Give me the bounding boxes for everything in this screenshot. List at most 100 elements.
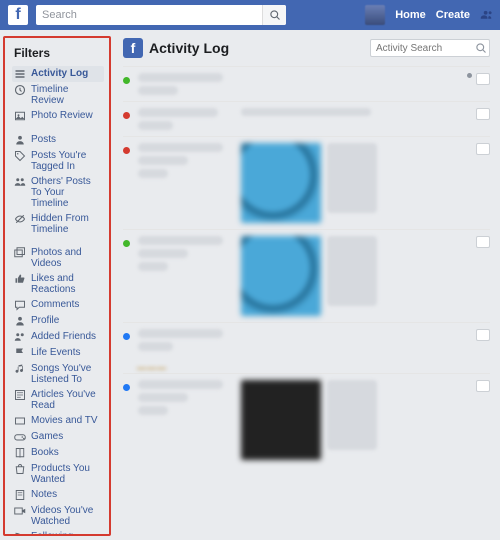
filter-label: Activity Log	[31, 68, 88, 79]
filter-item[interactable]: Likes and Reactions	[12, 271, 104, 297]
activity-text	[138, 380, 233, 415]
nav-create[interactable]: Create	[436, 9, 470, 21]
status-dot-icon	[123, 333, 130, 340]
facebook-logo[interactable]: f	[8, 5, 28, 25]
comment-icon	[14, 299, 26, 311]
edit-button[interactable]	[476, 73, 490, 85]
filter-item[interactable]: Posts You're Tagged In	[12, 148, 104, 174]
filter-item[interactable]: Hidden From Timeline	[12, 211, 104, 237]
filter-item[interactable]: Others' Posts To Your Timeline	[12, 174, 104, 211]
filter-item[interactable]: Comments	[12, 297, 104, 313]
search-icon	[269, 9, 281, 21]
global-search-wrap	[36, 5, 286, 25]
activity-text	[138, 143, 233, 178]
rss-icon	[14, 531, 26, 536]
filter-item[interactable]: Songs You've Listened To	[12, 361, 104, 387]
month-separator: ———	[123, 357, 490, 373]
edit-button[interactable]	[476, 143, 490, 155]
main-header: f Activity Log	[123, 38, 490, 58]
filter-item[interactable]: Articles You've Read	[12, 387, 104, 413]
people-icon	[14, 176, 26, 188]
activity-text	[138, 329, 233, 351]
filter-item[interactable]: Movies and TV	[12, 413, 104, 429]
edit-button[interactable]	[476, 380, 490, 392]
filter-item[interactable]: Profile	[12, 313, 104, 329]
activity-text	[138, 73, 233, 95]
status-dot-icon	[123, 147, 130, 154]
tag-icon	[14, 150, 26, 162]
nav-home[interactable]: Home	[395, 9, 426, 21]
filter-label: Photos and Videos	[31, 247, 102, 269]
filter-item[interactable]: Added Friends	[12, 329, 104, 345]
filter-item[interactable]: Activity Log	[12, 66, 104, 82]
filters-sidebar: Filters Activity Log Timeline Review Photo…	[3, 36, 111, 536]
filter-item[interactable]: Photos and Videos	[12, 245, 104, 271]
flag-icon	[14, 347, 26, 359]
filter-item[interactable]: Timeline Review	[12, 82, 104, 108]
filter-item[interactable]: Books	[12, 445, 104, 461]
article-icon	[14, 389, 26, 401]
media-thumbnail[interactable]	[241, 236, 321, 316]
photo-icon	[14, 110, 26, 122]
status-dot-icon	[123, 384, 130, 391]
activity-row	[123, 101, 490, 136]
filter-item[interactable]: Videos You've Watched	[12, 503, 104, 529]
filter-item[interactable]: Posts	[12, 132, 104, 148]
clock-icon	[14, 84, 26, 96]
filter-label: Comments	[31, 299, 79, 310]
activity-row	[123, 373, 490, 466]
filter-item[interactable]: Products You Wanted	[12, 461, 104, 487]
status-dot-icon	[123, 77, 130, 84]
filter-label: Posts You're Tagged In	[31, 150, 102, 172]
media-thumbnail[interactable]	[241, 143, 321, 223]
filter-label: Likes and Reactions	[31, 273, 102, 295]
activity-row	[123, 322, 490, 357]
filter-item[interactable]: Following	[12, 529, 104, 536]
search-icon	[475, 42, 487, 54]
profile-icon	[14, 315, 26, 327]
friends-icon	[14, 331, 26, 343]
status-dot-icon	[123, 112, 130, 119]
filter-label: Books	[31, 447, 59, 458]
edit-button[interactable]	[476, 236, 490, 248]
activity-search-input[interactable]	[370, 39, 490, 57]
filter-label: Added Friends	[31, 331, 96, 342]
filter-label: Timeline Review	[31, 84, 102, 106]
media-thumbnail[interactable]	[241, 380, 321, 460]
activity-row	[123, 136, 490, 229]
filter-item[interactable]: Photo Review	[12, 108, 104, 124]
activity-row	[123, 229, 490, 322]
like-icon	[14, 273, 26, 285]
filter-label: Posts	[31, 134, 56, 145]
filter-label: Articles You've Read	[31, 389, 102, 411]
photos-icon	[14, 247, 26, 259]
profile-avatar[interactable]	[365, 5, 385, 25]
edit-button[interactable]	[476, 108, 490, 120]
book-icon	[14, 447, 26, 459]
game-icon	[14, 431, 26, 443]
person-icon	[14, 134, 26, 146]
status-dot-icon	[123, 240, 130, 247]
filter-label: Hidden From Timeline	[31, 213, 102, 235]
hidden-icon	[14, 213, 26, 225]
filter-label: Others' Posts To Your Timeline	[31, 176, 102, 209]
filter-item[interactable]: Notes	[12, 487, 104, 503]
filter-label: Profile	[31, 315, 59, 326]
edit-button[interactable]	[476, 329, 490, 341]
activity-log-logo: f	[123, 38, 143, 58]
global-search-button[interactable]	[262, 5, 286, 25]
filter-label: Products You Wanted	[31, 463, 102, 485]
movie-icon	[14, 415, 26, 427]
activity-text	[138, 108, 233, 130]
privacy-dot-icon	[467, 73, 472, 78]
activity-search-button[interactable]	[474, 41, 488, 55]
bag-icon	[14, 463, 26, 475]
global-search-input[interactable]	[36, 5, 286, 25]
friend-requests-icon[interactable]	[480, 9, 492, 21]
note-icon	[14, 489, 26, 501]
filters-title: Filters	[12, 46, 104, 60]
filter-label: Movies and TV	[31, 415, 98, 426]
filter-item[interactable]: Games	[12, 429, 104, 445]
top-right-nav: Home Create	[365, 5, 492, 25]
filter-item[interactable]: Life Events	[12, 345, 104, 361]
